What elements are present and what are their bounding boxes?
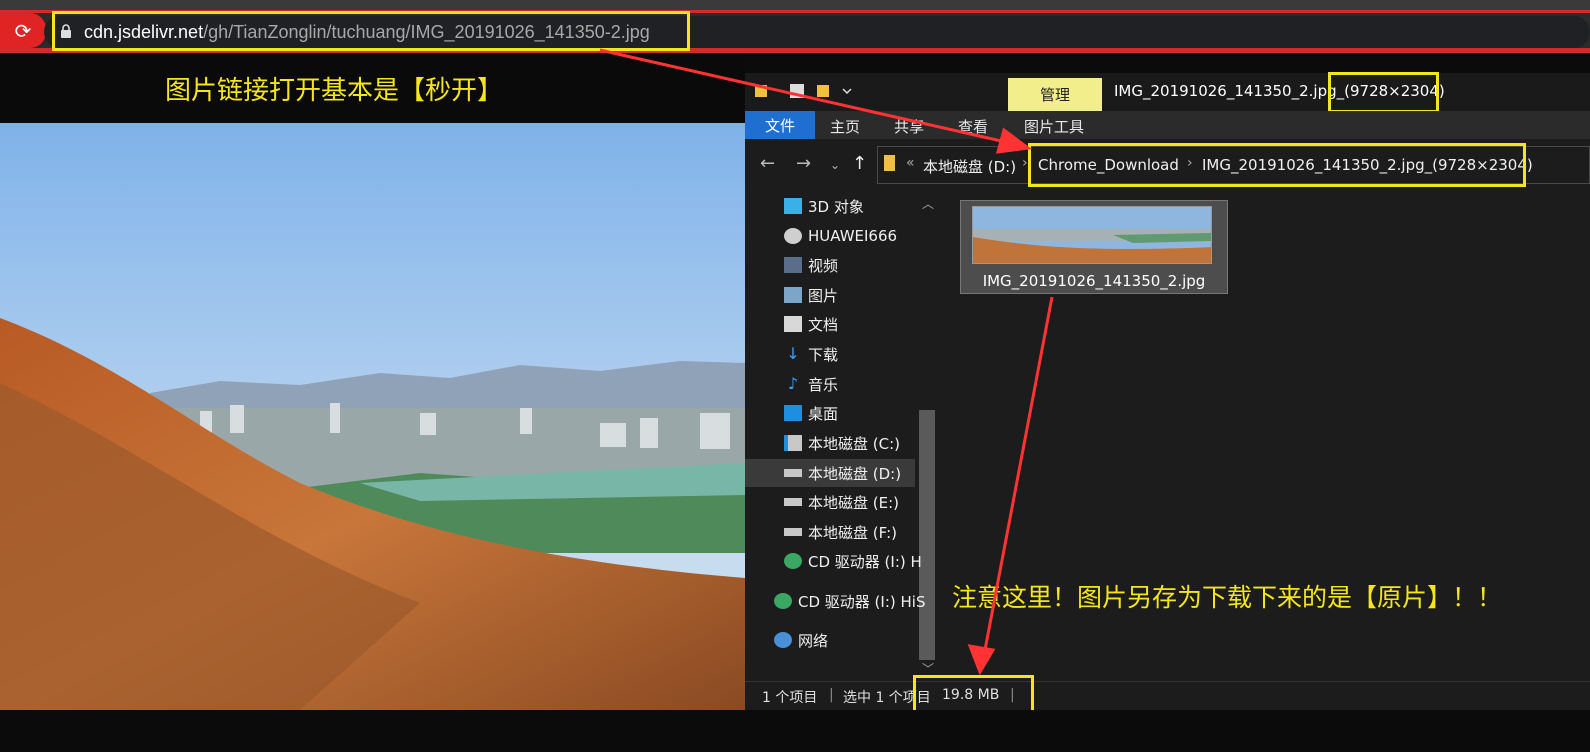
arrow-url-to-file-head xyxy=(995,127,1032,154)
annotation-arrows xyxy=(599,48,1054,676)
arrow-file-to-size-head xyxy=(967,644,996,676)
arrow-url-to-file xyxy=(599,48,1011,145)
arrow-file-to-size xyxy=(983,296,1054,651)
